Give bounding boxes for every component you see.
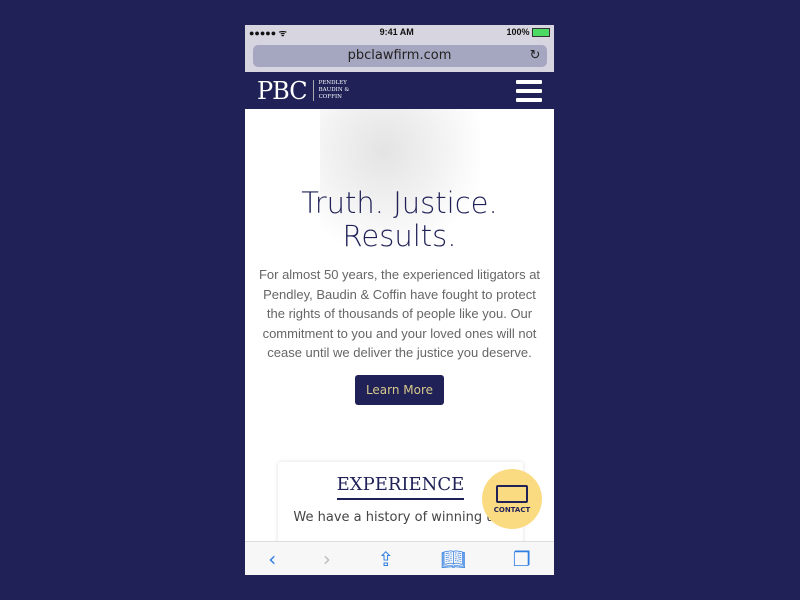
contact-label: CONTACT [493, 505, 531, 514]
phone-screen: ●●●●● ᯤ 9:41 AM 100% pbclawfirm.com ↻ PBC… [245, 25, 554, 575]
back-icon[interactable]: ‹ [268, 547, 276, 571]
logo-text: PENDLEY BAUDIN & COFFIN [312, 80, 350, 101]
browser-url-bar: pbclawfirm.com ↻ [245, 39, 554, 72]
reload-icon[interactable]: ↻ [530, 48, 541, 63]
hero: Truth. Justice. Results. For almost 50 ye… [245, 109, 554, 449]
logo[interactable]: PBC PENDLEY BAUDIN & COFFIN [257, 77, 349, 105]
logo-line: PENDLEY [318, 80, 347, 86]
hero-title: Truth. Justice. Results. [245, 109, 554, 253]
clock: 9:41 AM [379, 27, 414, 37]
logo-mark: PBC [257, 76, 308, 105]
logo-line: COFFIN [318, 94, 342, 100]
logo-line: BAUDIN & [318, 87, 350, 93]
browser-toolbar: ‹ › ⇪ 📖︎ ❐ [245, 541, 554, 575]
title-line: Truth. Justice. [301, 186, 498, 220]
battery: 100% [506, 26, 550, 38]
title-line: Results. [342, 219, 457, 253]
contact-card-icon [496, 484, 528, 503]
signal-icon: ●●●●● ᯤ [249, 27, 287, 38]
contact-button[interactable]: CONTACT [482, 469, 542, 529]
battery-percent: 100% [506, 26, 530, 37]
status-bar: ●●●●● ᯤ 9:41 AM 100% [245, 25, 554, 39]
tabs-icon[interactable]: ❐ [513, 547, 531, 571]
hamburger-menu-icon[interactable] [516, 79, 542, 102]
site-header: PBC PENDLEY BAUDIN & COFFIN [245, 72, 554, 109]
hero-body: For almost 50 years, the experienced lit… [258, 267, 541, 360]
bookmarks-icon[interactable]: 📖︎ [441, 547, 466, 571]
learn-more-button[interactable]: Learn More [354, 374, 445, 405]
share-icon[interactable]: ⇪ [377, 547, 394, 571]
battery-icon [531, 28, 550, 38]
url-text: pbclawfirm.com [347, 48, 452, 63]
forward-icon[interactable]: › [323, 547, 331, 571]
url-field[interactable]: pbclawfirm.com ↻ [252, 44, 547, 67]
card-title: EXPERIENCE [336, 474, 465, 500]
